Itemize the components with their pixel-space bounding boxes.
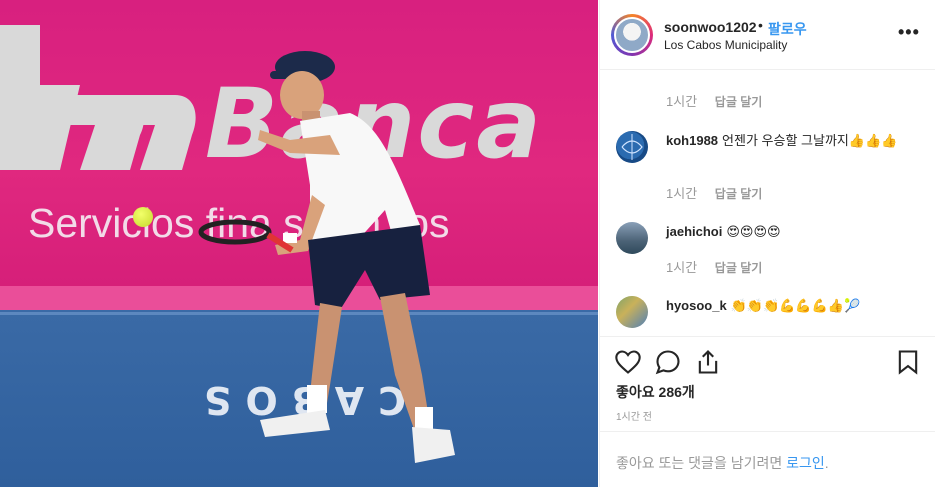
- comment-time: 1시간: [666, 94, 698, 109]
- bookmark-icon[interactable]: [894, 348, 922, 376]
- comment-text: 😍😍😍😍: [726, 224, 781, 239]
- comment-text: 👏👏👏💪💪💪👍🎾: [730, 298, 861, 313]
- heart-icon[interactable]: [614, 348, 642, 376]
- comment-icon[interactable]: [654, 348, 682, 376]
- comment-meta: 1시간 답글 달기: [666, 91, 762, 110]
- avatar[interactable]: [616, 296, 648, 328]
- globe-icon: [621, 134, 643, 160]
- location-link[interactable]: Los Cabos Municipality: [664, 38, 787, 52]
- post-photo[interactable]: Banca Servicios fina s con ros CABOS: [0, 0, 598, 487]
- reply-button[interactable]: 답글 달기: [715, 261, 763, 275]
- login-link[interactable]: 로그인: [786, 455, 825, 471]
- username-link[interactable]: soonwoo1202: [664, 19, 757, 35]
- comment-username[interactable]: koh1988: [666, 133, 718, 148]
- avatar[interactable]: [616, 222, 648, 254]
- follow-button[interactable]: 팔로우: [768, 19, 807, 39]
- tennis-player-figure: [198, 51, 455, 463]
- comment-username[interactable]: hyosoo_k: [666, 298, 727, 313]
- login-prompt-period: .: [824, 455, 829, 471]
- avatar[interactable]: [616, 131, 648, 163]
- sponsor-logo-icon: [0, 25, 196, 170]
- tennis-ball-icon: [133, 207, 153, 227]
- story-ring[interactable]: [611, 14, 653, 56]
- comment-username[interactable]: jaehichoi: [666, 224, 722, 239]
- reply-button[interactable]: 답글 달기: [715, 187, 763, 201]
- post-sidebar: soonwoo1202 • 팔로우 Los Cabos Municipality…: [599, 0, 935, 487]
- reply-button[interactable]: 답글 달기: [715, 95, 763, 109]
- share-icon[interactable]: [694, 348, 722, 376]
- login-prompt: 좋아요 또는 댓글을 남기려면 로그인.: [600, 431, 935, 487]
- likes-count[interactable]: 좋아요 286개: [616, 382, 695, 402]
- comment-time: 1시간: [666, 260, 698, 275]
- comment-meta: 1시간 답글 달기: [666, 257, 762, 276]
- comment-time: 1시간: [666, 186, 698, 201]
- post-timestamp[interactable]: 1시간 전: [616, 408, 652, 423]
- post-header: soonwoo1202 • 팔로우 Los Cabos Municipality…: [600, 0, 935, 70]
- comment-text: 언젠가 우승할 그날까지👍👍👍: [722, 133, 898, 148]
- separator-dot: •: [758, 17, 763, 33]
- more-options-icon[interactable]: •••: [898, 22, 920, 43]
- login-prompt-text: 좋아요 또는 댓글을 남기려면: [616, 455, 787, 471]
- post-actions: 좋아요 286개 1시간 전: [600, 336, 935, 431]
- avatar[interactable]: [614, 17, 650, 53]
- comment-meta: 1시간 답글 달기: [666, 183, 762, 202]
